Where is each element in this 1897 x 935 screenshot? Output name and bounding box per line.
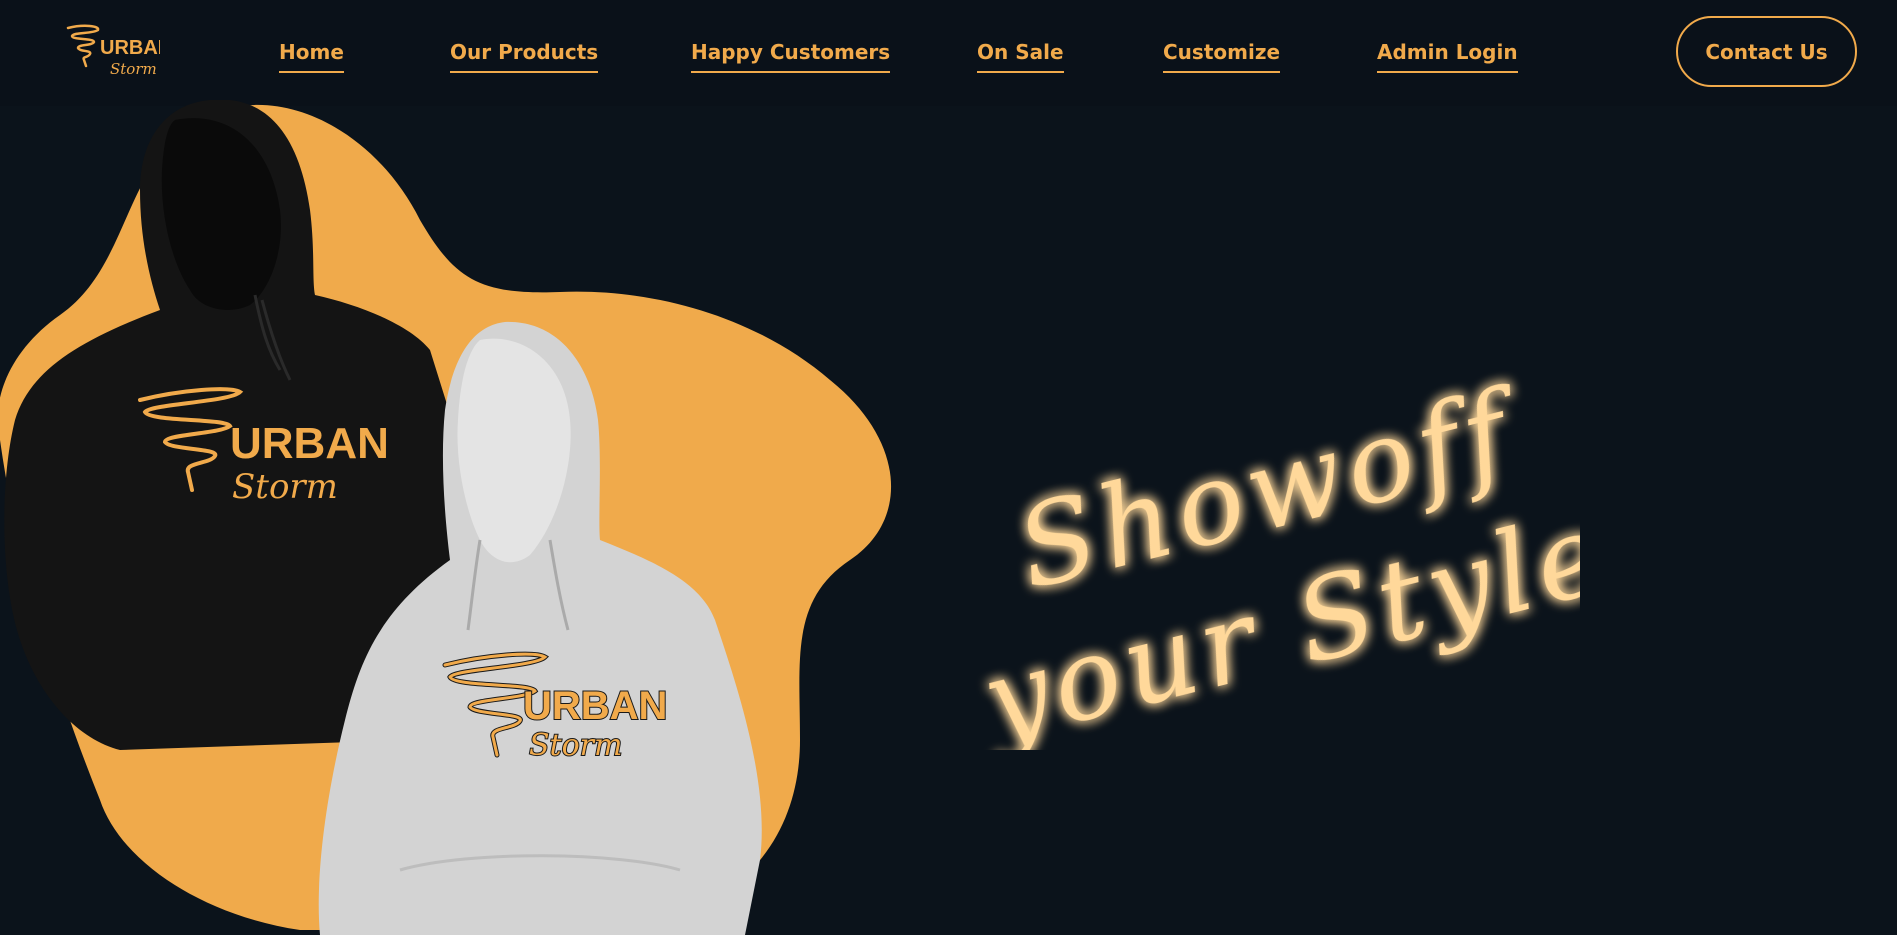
- nav-our-products[interactable]: Our Products: [450, 38, 599, 73]
- contact-us-button[interactable]: Contact Us: [1676, 16, 1857, 87]
- grey-hoodie-print-word: URBAN: [523, 684, 667, 728]
- nav-home[interactable]: Home: [279, 38, 344, 73]
- logo-word: URBAN: [100, 37, 160, 59]
- nav-happy-customers[interactable]: Happy Customers: [691, 38, 891, 73]
- nav-on-sale[interactable]: On Sale: [977, 38, 1064, 73]
- urban-storm-logo[interactable]: URBAN Storm: [64, 22, 160, 82]
- hero-hoodies-illustration: URBAN Storm URBAN Storm: [0, 100, 892, 935]
- logo-subword: Storm: [110, 60, 157, 78]
- black-hoodie-print-word: URBAN: [230, 419, 389, 468]
- black-hoodie-print-sub: Storm: [232, 467, 338, 507]
- top-navigation-bar: URBAN Storm Home Our Products Happy Cust…: [0, 0, 1897, 106]
- hero-tagline: Showoff your Style: [966, 370, 1580, 750]
- nav-admin-login[interactable]: Admin Login: [1377, 38, 1518, 73]
- nav-customize[interactable]: Customize: [1163, 38, 1281, 73]
- grey-hoodie-print-sub: Storm: [529, 728, 622, 763]
